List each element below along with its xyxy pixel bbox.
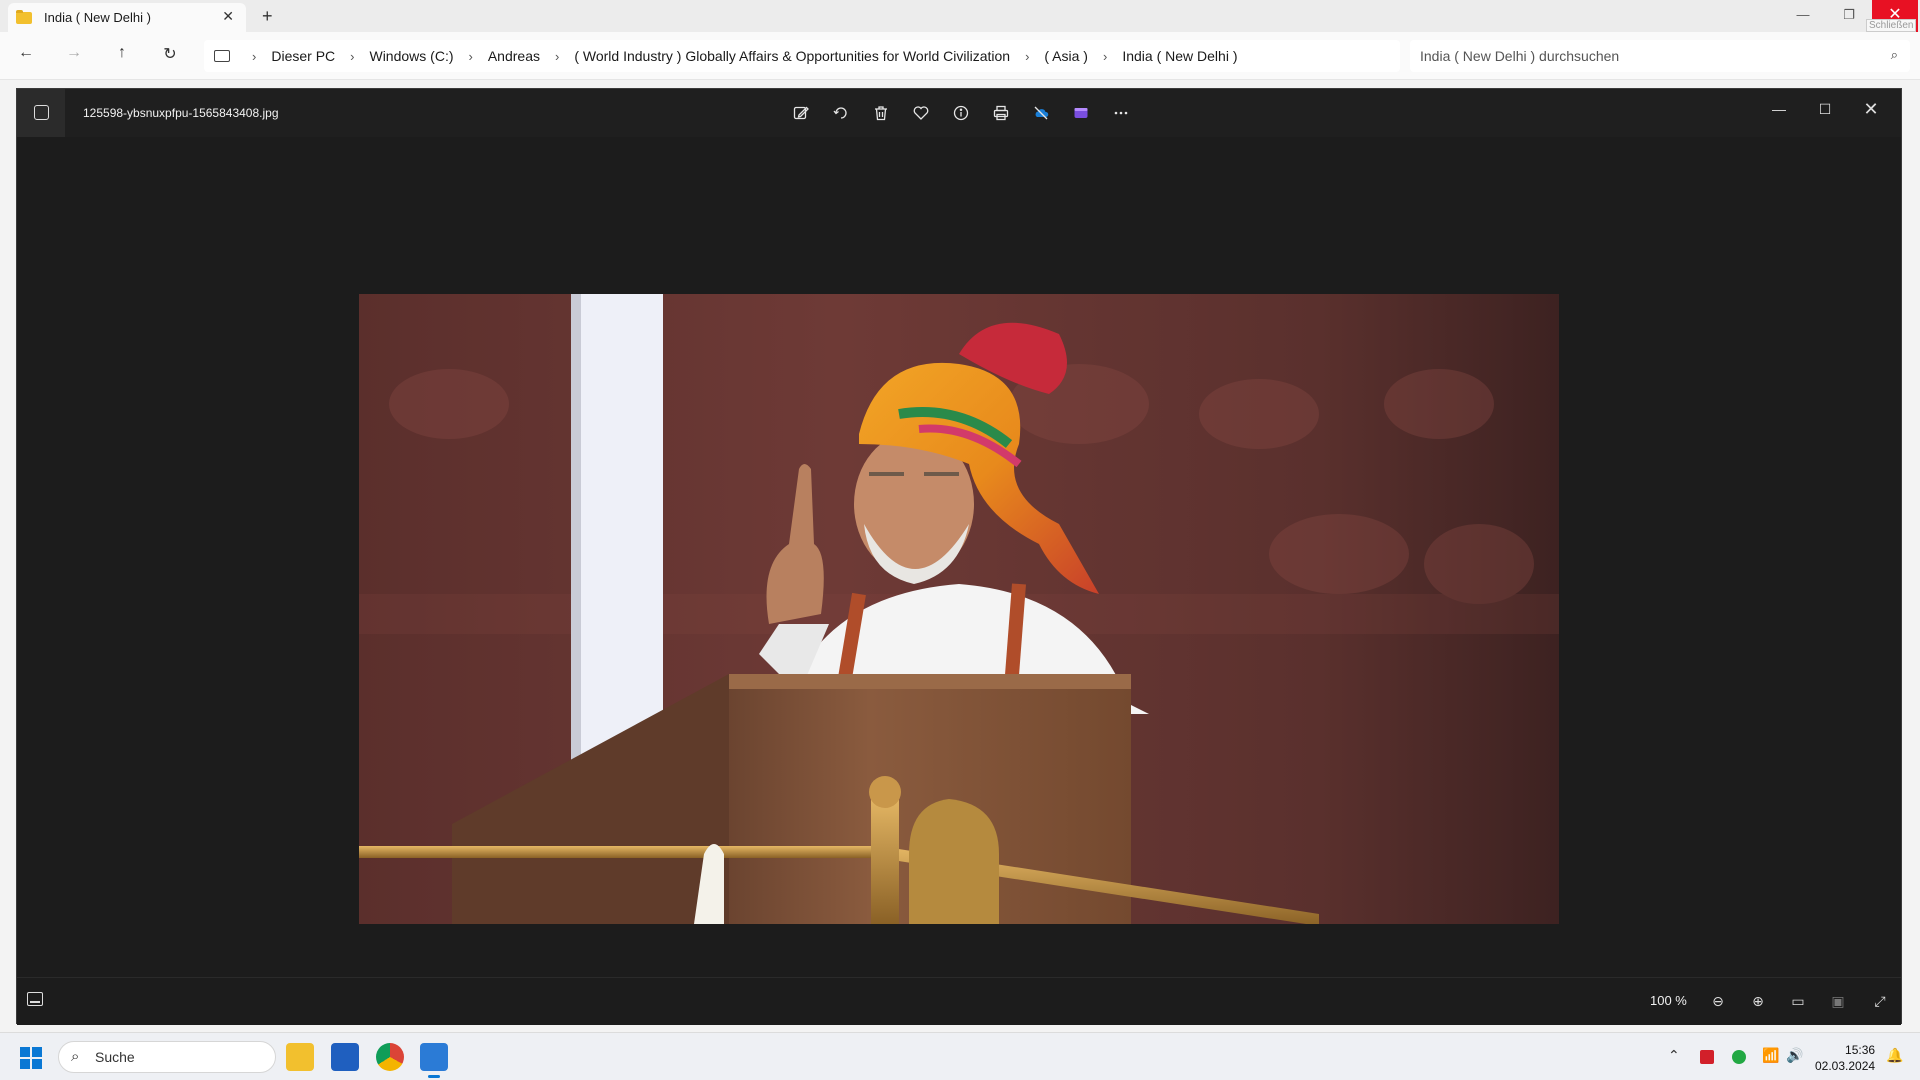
close-tooltip: Schließen	[1866, 19, 1917, 32]
refresh-button[interactable]: ↻	[158, 44, 182, 64]
photos-app-taskbar-icon[interactable]	[420, 1043, 448, 1078]
taskbar: ⌕ Suche ⌃ 📶 🔊 15:36 02.03.2024 🔔	[0, 1032, 1920, 1080]
explorer-tabbar: India ( New Delhi ) ✕ + — ❐ ✕ Schließen	[0, 0, 1920, 32]
chevron-right-icon[interactable]: ›	[1015, 49, 1039, 64]
new-tab-button[interactable]: +	[262, 6, 273, 27]
clipchamp-icon[interactable]	[1067, 99, 1095, 127]
breadcrumb[interactable]: › Dieser PC › Windows (C:) › Andreas › (…	[204, 40, 1400, 72]
computer-icon	[214, 50, 230, 62]
more-icon[interactable]	[1107, 99, 1135, 127]
fit-to-window-icon[interactable]: ▭	[1787, 990, 1809, 1012]
chevron-right-icon[interactable]: ›	[242, 49, 266, 64]
up-button[interactable]: ↑	[110, 44, 134, 62]
search-icon: ⌕	[1890, 47, 1898, 62]
edit-icon[interactable]	[787, 99, 815, 127]
folder-icon	[16, 9, 32, 24]
taskbar-search-label: Suche	[95, 1049, 135, 1065]
tab-title: India ( New Delhi )	[44, 10, 151, 25]
breadcrumb-item[interactable]: Andreas	[483, 48, 545, 64]
print-icon[interactable]	[987, 99, 1015, 127]
back-button[interactable]: ←	[14, 44, 38, 62]
clock[interactable]: 15:36 02.03.2024	[1815, 1042, 1875, 1074]
explorer-minimize-button[interactable]: —	[1780, 0, 1826, 32]
chevron-up-icon[interactable]: ⌃	[1668, 1047, 1680, 1064]
notification-bell-icon[interactable]: 🔔	[1886, 1047, 1903, 1064]
zoom-in-icon[interactable]: ⊕	[1747, 990, 1769, 1012]
file-explorer-icon[interactable]	[286, 1043, 314, 1071]
breadcrumb-item[interactable]: India ( New Delhi )	[1117, 48, 1242, 64]
clock-date: 02.03.2024	[1815, 1059, 1876, 1073]
wifi-icon[interactable]: 📶	[1762, 1047, 1779, 1064]
folder-search-input[interactable]: India ( New Delhi ) durchsuchen ⌕	[1410, 40, 1910, 72]
zoom-out-icon[interactable]: ⊖	[1707, 990, 1729, 1012]
photos-bottom-bar: 100 % ⊖ ⊕ ▭ ▣ ⤢	[17, 977, 1901, 1025]
breadcrumb-item[interactable]: ( Asia )	[1039, 48, 1093, 64]
delete-icon[interactable]	[867, 99, 895, 127]
tab-india-new-delhi[interactable]: India ( New Delhi ) ✕	[8, 3, 246, 32]
chrome-icon[interactable]	[376, 1043, 404, 1071]
tab-close-button[interactable]: ✕	[222, 8, 234, 25]
displayed-photo[interactable]	[359, 294, 1559, 924]
image-filename: 125598-ybsnuxpfpu-1565843408.jpg	[83, 106, 279, 120]
photos-viewer-window: 125598-ybsnuxpfpu-1565843408.jpg — ☐ ✕ 1…	[16, 88, 1902, 1025]
microsoft-store-icon[interactable]	[331, 1043, 359, 1071]
zoom-level[interactable]: 100 %	[1650, 993, 1687, 1008]
breadcrumb-item[interactable]: Dieser PC	[266, 48, 340, 64]
photos-titlebar: 125598-ybsnuxpfpu-1565843408.jpg — ☐ ✕	[17, 89, 1901, 137]
acrobat-tray-icon[interactable]	[1700, 1050, 1714, 1064]
clock-time: 15:36	[1845, 1043, 1876, 1057]
search-placeholder: India ( New Delhi ) durchsuchen	[1420, 48, 1620, 64]
breadcrumb-item[interactable]: ( World Industry ) Globally Affairs & Op…	[569, 48, 1015, 64]
breadcrumb-item[interactable]: Windows (C:)	[364, 48, 458, 64]
photo-content	[359, 294, 1559, 924]
chevron-right-icon[interactable]: ›	[340, 49, 364, 64]
taskbar-search[interactable]: ⌕ Suche	[58, 1041, 276, 1073]
photos-maximize-button[interactable]: ☐	[1803, 95, 1847, 127]
rotate-icon[interactable]	[827, 99, 855, 127]
windows-start-icon[interactable]	[20, 1047, 42, 1069]
search-icon: ⌕	[71, 1048, 80, 1065]
fullscreen-icon[interactable]: ⤢	[1869, 990, 1891, 1012]
onedrive-icon[interactable]	[1027, 99, 1055, 127]
photos-close-button[interactable]: ✕	[1849, 95, 1893, 127]
favorite-icon[interactable]	[907, 99, 935, 127]
chevron-right-icon[interactable]: ›	[545, 49, 569, 64]
address-bar: ← → ↑ ↻ › Dieser PC › Windows (C:) › And…	[0, 32, 1920, 80]
info-icon[interactable]	[947, 99, 975, 127]
image-stage[interactable]	[17, 137, 1901, 977]
forward-button[interactable]: →	[62, 44, 86, 62]
photos-app-icon[interactable]	[17, 89, 65, 137]
photos-minimize-button[interactable]: —	[1757, 95, 1801, 127]
security-tray-icon[interactable]	[1732, 1050, 1746, 1064]
chevron-right-icon[interactable]: ›	[459, 49, 483, 64]
actual-size-icon[interactable]: ▣	[1827, 990, 1849, 1012]
filmstrip-icon[interactable]	[27, 992, 43, 1006]
photos-toolbar	[787, 99, 1135, 127]
chevron-right-icon[interactable]: ›	[1093, 49, 1117, 64]
volume-icon[interactable]: 🔊	[1786, 1047, 1803, 1064]
